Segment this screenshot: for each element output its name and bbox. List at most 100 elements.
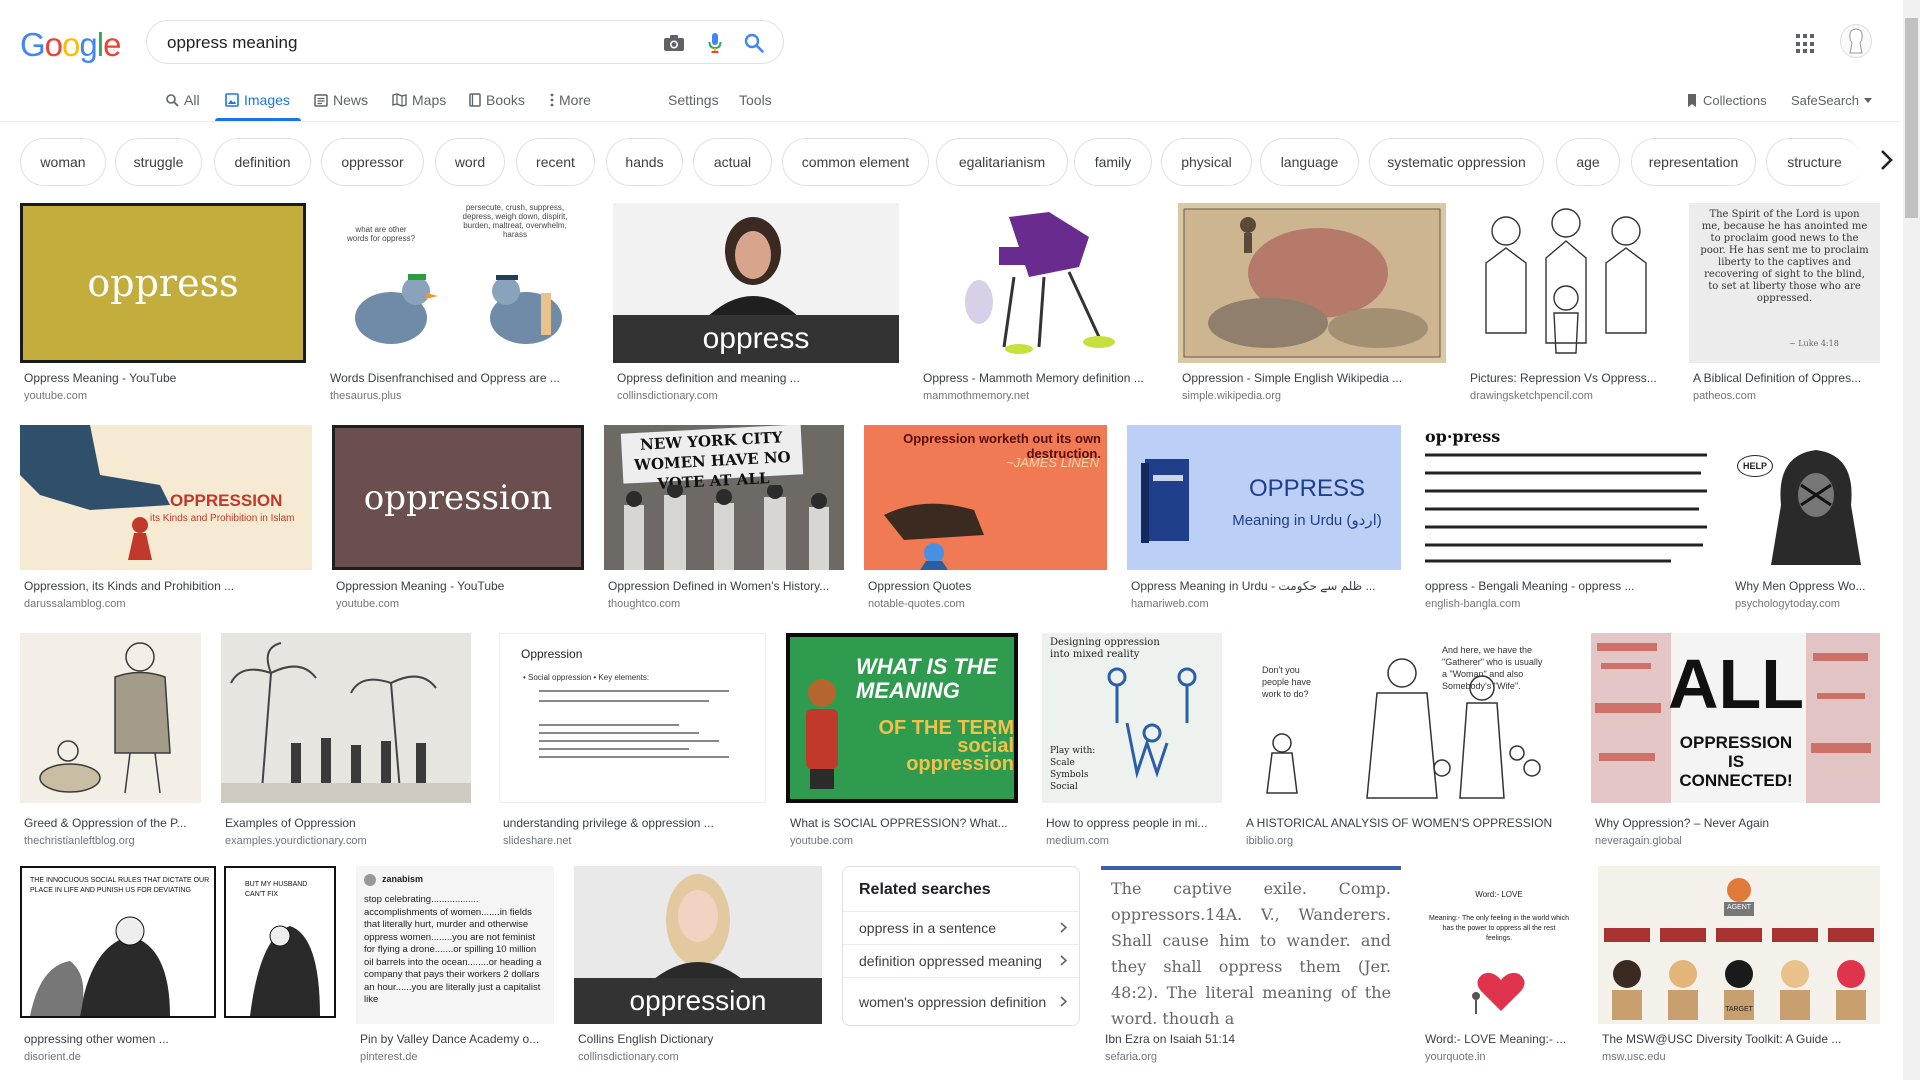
tab-all[interactable]: All <box>166 80 200 120</box>
result-caption: Oppress Meaning in Urdu - ظلم سے حکومت .… <box>1131 579 1376 593</box>
image-result[interactable]: Examples of Oppression examples.yourdict… <box>221 633 471 848</box>
related-searches-panel: Related searches oppress in a sentence d… <box>842 866 1080 1026</box>
chip[interactable]: definition <box>214 138 311 186</box>
camera-icon[interactable] <box>663 32 685 54</box>
chip[interactable]: oppressor <box>321 138 424 186</box>
collections-link[interactable]: Collections <box>1686 80 1767 120</box>
chip[interactable]: egalitarianism <box>936 138 1068 186</box>
microphone-icon[interactable] <box>704 32 726 54</box>
thumbnail-text: ~ Luke 4:18 <box>1789 339 1839 348</box>
image-result[interactable]: what are other words for oppress? persec… <box>326 203 593 403</box>
related-search-item[interactable]: oppress in a sentence <box>843 911 1079 943</box>
image-result[interactable]: Oppression • Social oppression • Key ele… <box>499 633 766 848</box>
image-result[interactable]: OPPRESS Meaning in Urdu (اردو) Oppress M… <box>1127 425 1401 615</box>
result-caption: oppressing other women ... <box>24 1032 169 1046</box>
chip[interactable]: family <box>1074 138 1152 186</box>
image-result[interactable]: Don't you people have work to do? And he… <box>1242 633 1567 848</box>
chip[interactable]: systematic oppression <box>1369 138 1544 186</box>
chip[interactable]: representation <box>1631 138 1756 186</box>
tab-label: Images <box>244 92 290 108</box>
image-result[interactable]: The Spirit of the Lord is upon me, becau… <box>1689 203 1880 403</box>
thumbnail-text: op·press <box>1425 427 1501 446</box>
thumbnail-text: its Kinds and Prohibition in Islam <box>150 513 295 524</box>
tab-news[interactable]: News <box>314 80 368 120</box>
image-result[interactable]: The captive exile. Comp. oppressors.14A.… <box>1101 866 1401 1066</box>
image-result[interactable]: Pictures: Repression Vs Oppress... drawi… <box>1466 203 1669 403</box>
image-result[interactable]: oppress Oppress definition and meaning .… <box>613 203 899 403</box>
tab-label: All <box>184 92 200 108</box>
image-result[interactable]: ALL OPPRESSION IS CONNECTED! Why Oppress… <box>1591 633 1880 848</box>
result-source: darussalamblog.com <box>24 598 126 610</box>
scrollbar-thumb[interactable] <box>1905 18 1918 218</box>
result-source: english-bangla.com <box>1425 598 1521 610</box>
image-result[interactable]: oppress Oppress Meaning - YouTube youtub… <box>20 203 306 403</box>
result-source: disorient.de <box>24 1051 81 1063</box>
chip[interactable]: recent <box>516 138 595 186</box>
search-input[interactable] <box>165 30 609 56</box>
chip[interactable]: common element <box>782 138 929 186</box>
header-divider <box>0 121 1900 122</box>
image-result[interactable]: Designing oppression into mixed reality … <box>1042 633 1222 848</box>
chip[interactable]: struggle <box>115 138 202 186</box>
image-result[interactable]: THE INNOCUOUS SOCIAL RULES THAT DICTATE … <box>20 866 336 1066</box>
chip[interactable]: language <box>1260 138 1359 186</box>
chip[interactable]: hands <box>606 138 683 186</box>
image-result[interactable]: WHAT IS THE MEANING OF THE TERM social o… <box>786 633 1018 848</box>
result-caption: Words Disenfranchised and Oppress are ..… <box>330 371 560 385</box>
tab-label: More <box>559 92 591 108</box>
chip[interactable]: physical <box>1161 138 1252 186</box>
image-result[interactable]: OPPRESSION its Kinds and Prohibition in … <box>20 425 312 615</box>
image-result[interactable]: NEW YORK CITY WOMEN HAVE NO VOTE AT ALL … <box>604 425 844 615</box>
svg-text:PLACE IN LIFE AND PUNISH US FO: PLACE IN LIFE AND PUNISH US FOR DEVIATIN… <box>30 887 191 894</box>
result-source: yourquote.in <box>1425 1051 1486 1063</box>
chip[interactable]: woman <box>20 138 106 186</box>
tab-tools[interactable]: Tools <box>739 80 772 120</box>
tab-more[interactable]: More <box>550 80 591 120</box>
book-icon <box>469 93 481 107</box>
result-source: hamariweb.com <box>1131 598 1209 610</box>
image-result[interactable]: zanabism stop celebrating...............… <box>356 866 554 1066</box>
chip[interactable]: structure <box>1766 138 1863 186</box>
image-result[interactable]: Greed & Oppression of the P... thechrist… <box>20 633 201 848</box>
thumbnail-text: OPPRESSION IS CONNECTED! <box>1679 733 1793 790</box>
result-caption: Collins English Dictionary <box>578 1032 714 1046</box>
image-result[interactable]: Oppress - Mammoth Memory definition ... … <box>919 203 1158 403</box>
apps-grid-icon[interactable] <box>1796 34 1816 54</box>
result-thumbnail <box>221 633 471 803</box>
result-thumbnail: oppress <box>20 203 306 363</box>
chip[interactable]: word <box>435 138 505 186</box>
chip[interactable]: age <box>1556 138 1620 186</box>
related-search-item[interactable]: definition oppressed meaning <box>843 944 1079 976</box>
comic-strip: THE INNOCUOUS SOCIAL RULES THAT DICTATE … <box>20 866 336 1018</box>
tab-images[interactable]: Images <box>225 80 290 120</box>
avatar[interactable] <box>1840 24 1872 58</box>
result-caption: Oppress - Mammoth Memory definition ... <box>923 371 1144 385</box>
google-logo[interactable]: Google <box>20 26 121 64</box>
svg-text:work to do?: work to do? <box>1261 689 1309 699</box>
related-search-item[interactable]: women's oppression definition <box>843 977 1079 1025</box>
result-source: youtube.com <box>24 390 87 402</box>
tab-settings[interactable]: Settings <box>668 80 719 120</box>
tab-label: Settings <box>668 92 719 108</box>
tab-maps[interactable]: Maps <box>392 80 446 120</box>
image-result[interactable]: HELP Why Men Oppress Wo... psychologytod… <box>1731 425 1880 615</box>
image-result[interactable]: oppression Collins English Dictionary co… <box>574 866 822 1066</box>
search-icon[interactable] <box>743 32 765 54</box>
tab-books[interactable]: Books <box>469 80 525 120</box>
safesearch-menu[interactable]: SafeSearch <box>1791 80 1872 120</box>
image-result[interactable]: Word:- LOVE Meaning:- The only feeling i… <box>1421 866 1578 1066</box>
image-result[interactable]: oppression Oppression Meaning - YouTube … <box>332 425 584 615</box>
image-result[interactable]: Oppression worketh out its own destructi… <box>864 425 1107 615</box>
result-thumbnail: Oppression worketh out its own destructi… <box>864 425 1107 570</box>
result-thumbnail: op·press <box>1421 425 1711 570</box>
thumbnail-text: WHAT IS THE MEANING <box>856 654 998 703</box>
image-result[interactable]: op·press oppress - Bengali Meaning - opp… <box>1421 425 1711 615</box>
logo-letter: o <box>62 26 80 63</box>
result-caption: What is SOCIAL OPPRESSION? What... <box>790 816 1008 830</box>
result-caption: A HISTORICAL ANALYSIS OF WOMEN'S OPPRESS… <box>1246 816 1553 830</box>
chip[interactable]: actual <box>693 138 772 186</box>
image-result[interactable]: Oppression - Simple English Wikipedia ..… <box>1178 203 1446 403</box>
caret-down-icon <box>1863 97 1872 103</box>
image-result[interactable]: AGENT TARGET The MSW@USC Diversity Toolk… <box>1598 866 1880 1066</box>
chevron-right-icon <box>1060 920 1068 936</box>
